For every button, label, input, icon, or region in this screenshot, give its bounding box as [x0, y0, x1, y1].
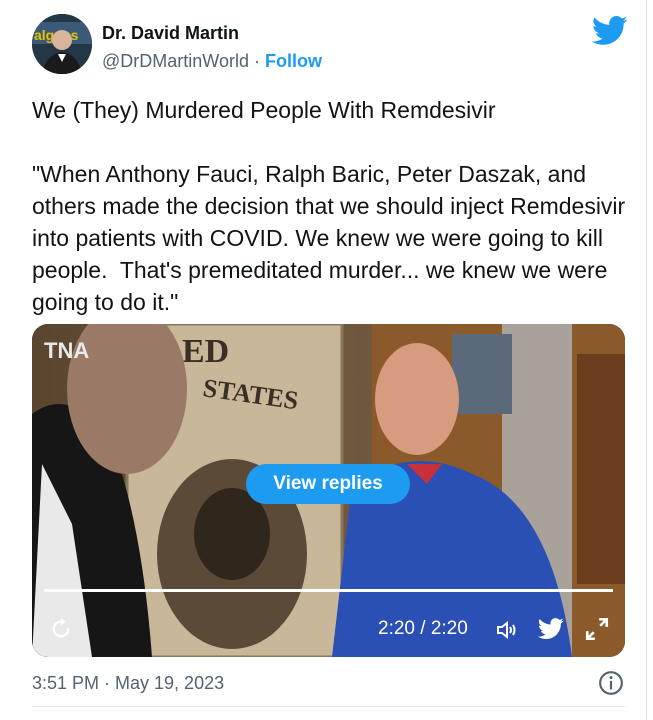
- video-progress-fill: [44, 589, 613, 592]
- tweet-quote: "When Anthony Fauci, Ralph Baric, Peter …: [32, 161, 632, 315]
- tweet-title: We (They) Murdered People With Remdesivi…: [32, 97, 496, 123]
- author-name[interactable]: Dr. David Martin: [102, 23, 239, 44]
- info-icon[interactable]: [598, 670, 624, 696]
- follow-button[interactable]: Follow: [265, 51, 322, 71]
- replay-icon[interactable]: [50, 618, 72, 640]
- tweet-card: algens Dr. David Martin @DrDMartinWorld …: [0, 0, 647, 720]
- video-controls: 2:20 / 2:20: [32, 602, 625, 652]
- video-player[interactable]: ED STATES TNA View replies 2:20 / 2:20: [32, 324, 625, 657]
- avatar-image: algens: [32, 14, 92, 74]
- tweet-timestamp[interactable]: 3:51 PM · May 19, 2023: [32, 673, 224, 694]
- video-time: 2:20 / 2:20: [378, 618, 468, 639]
- view-replies-button[interactable]: View replies: [246, 464, 410, 504]
- author-handle-row: @DrDMartinWorld · Follow: [102, 51, 322, 72]
- fullscreen-icon[interactable]: [584, 616, 610, 642]
- twitter-share-icon[interactable]: [538, 618, 564, 640]
- author-handle[interactable]: @DrDMartinWorld: [102, 51, 249, 71]
- video-progress-bar[interactable]: [44, 589, 613, 592]
- twitter-bird-icon[interactable]: [592, 16, 628, 46]
- volume-icon[interactable]: [495, 618, 519, 642]
- avatar[interactable]: algens: [32, 14, 92, 74]
- divider: [32, 706, 625, 707]
- video-watermark: TNA: [44, 338, 89, 363]
- separator-dot: ·: [253, 51, 260, 71]
- tweet-header: algens Dr. David Martin @DrDMartinWorld …: [32, 14, 632, 78]
- banknote-text-top: ED: [182, 333, 229, 370]
- tweet-body: We (They) Murdered People With Remdesivi…: [32, 94, 632, 318]
